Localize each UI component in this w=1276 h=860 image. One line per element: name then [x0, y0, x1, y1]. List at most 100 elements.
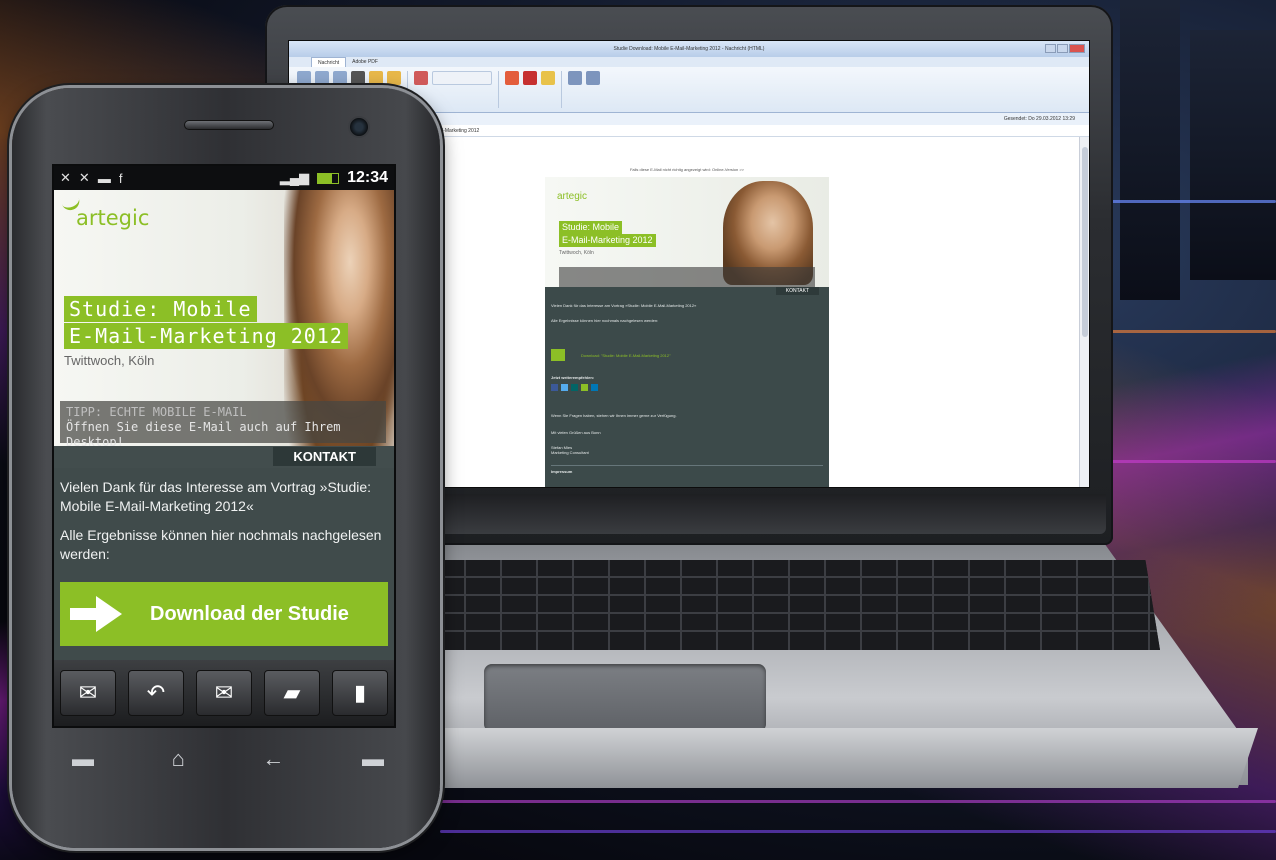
email-text-1: Vielen Dank für das Interesse am Vortrag… [551, 303, 697, 308]
light-streak [1100, 200, 1276, 203]
email-content: Vielen Dank für das Interesse am Vortrag… [54, 468, 394, 646]
download-button[interactable]: Download der Studie [60, 582, 388, 646]
artegic-logo: artegic [60, 193, 149, 230]
smartphone: ✕ ✕ ▬ f ▂▄▆ 12:34 artegic Studie: Mobile… [12, 88, 440, 848]
tip-text: Öffnen Sie diese E-Mail auch auf Ihrem D… [66, 420, 341, 446]
tab-nachricht[interactable]: Nachricht [311, 57, 347, 67]
chat-icon: ▬ [97, 170, 111, 186]
move-to-folder-icon[interactable]: ▰ [264, 670, 320, 716]
find-icon[interactable] [568, 71, 582, 85]
touchpad[interactable] [484, 664, 766, 732]
earpiece-speaker [184, 120, 274, 130]
email-place: Twittwoch, Köln [559, 250, 594, 256]
impressum-link[interactable]: Impressum [551, 465, 823, 474]
email-title-line2: E-Mail-Marketing 2012 [64, 323, 348, 349]
forward-icon[interactable] [333, 71, 347, 85]
keyboard [430, 560, 1160, 650]
online-version-link[interactable]: Falls diese E-Mail nicht richtig angezei… [545, 167, 829, 177]
sent-label: Gesendet: [1003, 116, 1027, 122]
light-streak [440, 800, 1276, 803]
download-link-text: Download: "Studie: Mobile E-Mail-Marketi… [581, 352, 671, 358]
back-icon[interactable]: ← [262, 746, 284, 772]
download-link[interactable]: Download: "Studie: Mobile E-Mail-Marketi… [551, 349, 823, 361]
light-streak [440, 830, 1276, 833]
status-time: 12:34 [347, 169, 388, 186]
search-icon[interactable]: ▬ [362, 746, 384, 772]
ribbon-tabs: Nachricht Adobe PDF [289, 57, 1089, 67]
greeting-text: Mit vielen Grüßen aus Bonn [551, 430, 601, 435]
translate-icon[interactable] [586, 71, 600, 85]
email-text-2: Alle Ergebnisse können hier nochmals nac… [551, 318, 659, 323]
recommend-label: Jetzt weiterempfehlen: [551, 375, 595, 380]
signature-title: Marketing Consultant [551, 450, 589, 455]
kontakt-row: KONTAKT [54, 446, 394, 468]
menu-icon[interactable]: ▬ [72, 746, 94, 772]
twitter-icon[interactable] [561, 384, 568, 391]
battery-icon [317, 172, 340, 184]
reply-icon[interactable]: ↶ [128, 670, 184, 716]
email-text-2: Alle Ergebnisse können hier nochmals nac… [60, 527, 382, 562]
email-text-1: Vielen Dank für das Interesse am Vortrag… [60, 479, 372, 514]
share-icons [551, 384, 823, 391]
forward-icon[interactable]: ✉ [196, 670, 252, 716]
delete-icon[interactable] [351, 71, 365, 85]
artegic-logo: artegic [557, 191, 588, 202]
linkedin-icon[interactable] [591, 384, 598, 391]
ribbon-group-markierungen [505, 71, 562, 108]
reply-all-icon[interactable] [315, 71, 329, 85]
xing-notification-icon: ✕ [78, 170, 90, 185]
rules-icon[interactable] [387, 71, 401, 85]
mark-unread-icon[interactable] [541, 71, 555, 85]
phone-screen: ✕ ✕ ▬ f ▂▄▆ 12:34 artegic Studie: Mobile… [52, 164, 396, 728]
scroll-thumb[interactable] [1082, 147, 1088, 337]
quick-steps-icon[interactable] [414, 71, 428, 85]
hardware-keys: ▬ ⌂ ← ▬ [72, 746, 384, 772]
sent-value: Do 29.03.2012 13:29 [1028, 116, 1075, 122]
email-place: Twittwoch, Köln [64, 353, 155, 368]
reply-icon[interactable] [297, 71, 311, 85]
categorize-icon[interactable] [505, 71, 519, 85]
email-title-line1: Studie: Mobile [559, 221, 623, 234]
mark-unread-icon[interactable]: ✉ [60, 670, 116, 716]
flag-icon[interactable] [523, 71, 537, 85]
email-content: KONTAKT Vielen Dank für das Interesse am… [545, 287, 829, 487]
tip-heading: TIPP: ECHTE MOBILE E-MAIL [66, 405, 247, 419]
ribbon-group-schnelle-schritte [414, 71, 499, 108]
email-body: Falls diese E-Mail nicht richtig angezei… [545, 167, 829, 487]
laptop-hinge [436, 494, 1106, 534]
facebook-icon: f [118, 170, 123, 186]
status-bar: ✕ ✕ ▬ f ▂▄▆ 12:34 [54, 166, 394, 190]
tab-adobe-pdf[interactable]: Adobe PDF [352, 57, 378, 67]
download-button-label: Download der Studie [150, 602, 349, 625]
quick-steps-list-icon[interactable] [432, 71, 492, 85]
minimize-button[interactable] [1045, 44, 1056, 53]
move-icon[interactable] [369, 71, 383, 85]
email-title-line1: Studie: Mobile [64, 296, 257, 322]
light-streak [1100, 330, 1276, 333]
mail-toolbar: ✉ ↶ ✉ ▰ ▮ [54, 660, 394, 726]
email-hero: artegic Studie: Mobile E-Mail-Marketing … [54, 190, 394, 446]
kontakt-link[interactable]: KONTAKT [273, 447, 376, 466]
window-titlebar: Studie Download: Mobile E-Mail-Marketing… [289, 41, 1089, 57]
arrow-right-icon [70, 594, 126, 634]
close-button[interactable] [1069, 44, 1085, 53]
background-building [1120, 0, 1180, 300]
ribbon-group-suchen [568, 71, 606, 108]
email-title-line2: E-Mail-Marketing 2012 [559, 234, 656, 247]
delete-icon[interactable]: ▮ [332, 670, 388, 716]
questions-text: Wenn Sie Fragen haben, stehen wir Ihnen … [551, 413, 677, 418]
light-streak [1110, 460, 1276, 463]
facebook-icon[interactable] [551, 384, 558, 391]
kontakt-link[interactable]: KONTAKT [775, 287, 819, 295]
maximize-button[interactable] [1057, 44, 1068, 53]
xing-icon[interactable] [571, 384, 578, 391]
home-icon[interactable]: ⌂ [172, 746, 185, 772]
front-camera [348, 116, 370, 138]
tip-banner: TIPP: ECHTE MOBILE E-MAIL Öffnen Sie die… [60, 401, 386, 446]
arrow-right-icon [551, 349, 565, 361]
window-title: Studie Download: Mobile E-Mail-Marketing… [613, 46, 765, 52]
google-icon[interactable] [581, 384, 588, 391]
vertical-scrollbar[interactable] [1079, 137, 1089, 487]
background-building [1190, 30, 1276, 280]
email-tip-banner [559, 267, 815, 287]
